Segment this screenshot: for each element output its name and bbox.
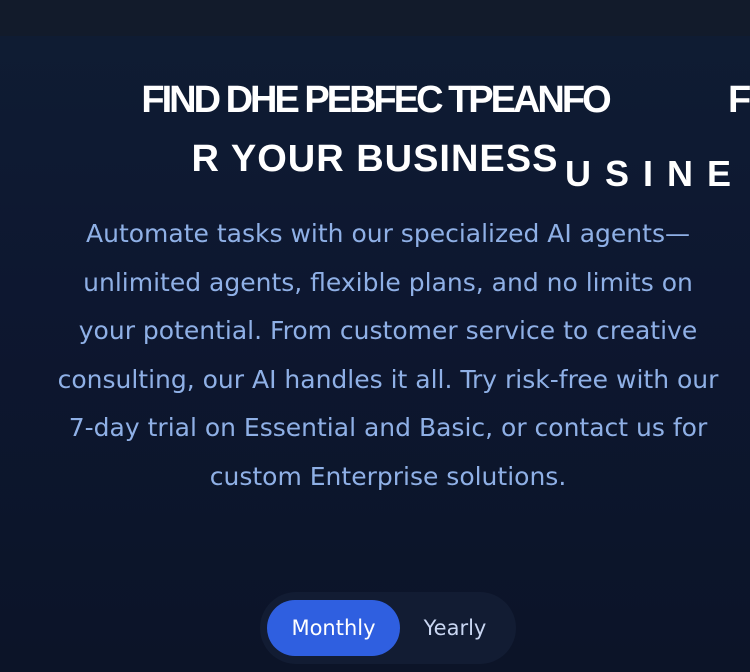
top-bar	[0, 0, 750, 36]
headline-ghost-text: USINE	[565, 153, 746, 194]
billing-period-toggle: Monthly Yearly	[260, 592, 516, 664]
pricing-hero: FIND DHE PEBFEC TPEANFO F R YOUR BUSINES…	[0, 36, 750, 672]
hero-description: Automate tasks with our specialized AI a…	[57, 219, 719, 491]
headline-line-1-trailing: F	[728, 79, 750, 121]
headline-line-1: FIND DHE PEBFEC TPEANFO	[141, 79, 611, 121]
yearly-toggle-button[interactable]: Yearly	[400, 600, 510, 656]
monthly-toggle-button[interactable]: Monthly	[267, 600, 400, 656]
page-title: FIND DHE PEBFEC TPEANFO F R YOUR BUSINES…	[0, 76, 750, 196]
